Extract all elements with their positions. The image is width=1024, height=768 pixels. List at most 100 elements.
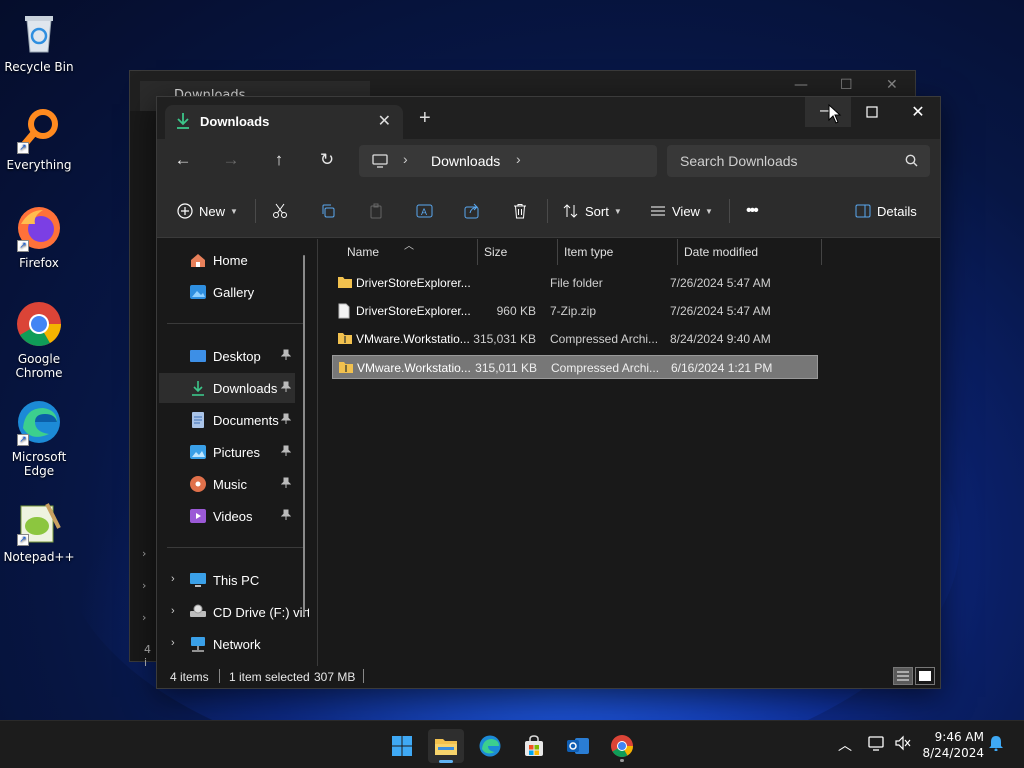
download-arrow-icon [175,112,191,135]
sidebar-item-this-pc[interactable]: › This PC [159,565,295,595]
speaker-muted-icon[interactable] [894,735,912,755]
file-row[interactable]: VMware.Workstatio... 315,031 KB Compress… [332,327,818,351]
file-row[interactable]: DriverStoreExplorer.... File folder 7/26… [332,271,818,295]
up-arrow-icon[interactable]: ↑ [268,150,290,170]
desktop-icon-everything[interactable]: ↗ Everything [0,106,78,172]
new-button[interactable]: New ▼ [177,200,238,222]
recycle-bin-icon [15,8,63,56]
tab-downloads[interactable]: Downloads ✕ [165,105,403,139]
column-divider[interactable] [677,239,678,265]
chevron-right-icon[interactable]: › [171,637,175,649]
sidebar-item-gallery[interactable]: Gallery [159,277,295,307]
column-header-name[interactable]: Name [347,245,379,259]
details-pane-button[interactable]: Details [855,200,917,222]
column-header-date-modified[interactable]: Date modified [684,245,758,259]
sidebar-scrollbar[interactable] [303,255,305,615]
sidebar-item-pictures[interactable]: Pictures [159,437,295,467]
taskbar-outlook[interactable] [560,729,596,763]
refresh-icon[interactable]: ↻ [316,150,338,170]
back-arrow-icon[interactable]: ← [172,150,194,170]
share-button[interactable] [464,200,480,222]
background-minimize-icon[interactable]: — [794,77,808,93]
taskbar-chrome[interactable] [604,729,640,763]
sidebar-item-desktop[interactable]: Desktop [159,341,295,371]
file-row[interactable]: DriverStoreExplorer.... 960 KB 7-Zip.zip… [332,299,818,323]
pin-icon[interactable] [280,381,292,396]
delete-button[interactable] [512,200,528,222]
notification-bell-icon[interactable] [988,735,1004,755]
column-divider[interactable] [477,239,478,265]
background-chevron-right-icon[interactable]: › [142,611,146,624]
chevron-right-icon[interactable]: › [516,151,521,167]
running-indicator [620,759,624,762]
column-header-size[interactable]: Size [484,245,507,259]
view-lines-icon [651,206,665,216]
close-icon: ✕ [911,104,925,121]
rename-button[interactable]: A [416,200,434,222]
sort-button[interactable]: Sort ▼ [563,200,622,222]
sidebar-item-cd-drive[interactable]: › CD Drive (F:) virt [159,597,309,627]
desktop-icon-firefox[interactable]: ↗ Firefox [0,204,78,270]
file-explorer-window[interactable]: Downloads ✕ + — ✕ ← → ↑ ↻ › Downloads › [156,96,941,689]
close-button[interactable]: ✕ [895,97,941,127]
column-header-item-type[interactable]: Item type [564,245,613,259]
system-clock[interactable]: 9:46 AM 8/24/2024 [922,729,984,761]
view-button[interactable]: View ▼ [650,200,713,222]
file-row-selected[interactable]: VMware.Workstatio... 315,011 KB Compress… [332,355,818,379]
maximize-button[interactable] [849,97,895,127]
taskbar-edge[interactable] [472,729,508,763]
background-chevron-right-icon[interactable]: › [142,579,146,592]
background-maximize-icon[interactable]: ☐ [840,77,853,93]
more-options-button[interactable]: ••• [746,200,759,222]
column-divider[interactable] [821,239,822,265]
desktop-icon-label: Firefox [19,256,59,270]
sidebar-item-documents[interactable]: Documents [159,405,295,435]
chevron-right-icon[interactable]: › [403,151,408,167]
document-icon [189,411,207,429]
pin-icon[interactable] [280,349,292,364]
background-chevron-right-icon[interactable]: › [142,547,146,560]
paste-button[interactable] [368,200,384,222]
sidebar-item-network[interactable]: › Network [159,629,295,659]
search-icon[interactable] [905,154,918,172]
taskbar-file-explorer[interactable] [428,729,464,763]
notepad-plus-plus-icon: ↗ [15,498,63,546]
sidebar-item-videos[interactable]: Videos [159,501,295,531]
desktop-icon-notepad-plus-plus[interactable]: ↗ Notepad++ [0,498,78,564]
start-button[interactable] [384,729,420,763]
new-tab-plus-icon[interactable]: + [419,107,431,130]
search-box[interactable] [667,145,930,177]
cut-button[interactable] [272,200,288,222]
copy-icon [322,204,335,218]
forward-arrow-icon[interactable]: → [220,150,242,170]
column-divider[interactable] [557,239,558,265]
desktop-icon-google-chrome[interactable]: Google Chrome [0,300,78,380]
navigation-pane: Home Gallery Desktop Downloads Documents… [157,239,315,666]
sidebar-item-home[interactable]: Home [159,245,295,275]
chevron-right-icon[interactable]: › [171,605,175,617]
chrome-icon [611,735,633,757]
breadcrumb-downloads[interactable]: Downloads [431,153,500,169]
download-arrow-icon [189,379,207,397]
file-icon [337,303,351,322]
network-monitor-icon[interactable] [868,735,886,755]
sidebar-item-music[interactable]: Music [159,469,295,499]
pin-icon[interactable] [280,413,292,428]
show-hidden-icons-chevron-up-icon[interactable]: ︿ [838,735,852,755]
desktop-icon-recycle-bin[interactable]: Recycle Bin [0,8,78,74]
pin-icon[interactable] [280,445,292,460]
details-view-button[interactable] [893,667,913,685]
sidebar-item-downloads[interactable]: Downloads [159,373,295,403]
tiles-view-button[interactable] [915,667,935,685]
desktop-icon-microsoft-edge[interactable]: ↗ Microsoft Edge [0,398,78,478]
address-bar[interactable]: › Downloads › [359,145,657,177]
background-close-icon[interactable]: ✕ [886,77,898,93]
tab-close-icon[interactable]: ✕ [378,111,391,131]
desktop-icon-label: Everything [6,158,72,172]
taskbar-microsoft-store[interactable] [516,729,552,763]
copy-button[interactable] [320,200,336,222]
search-input[interactable] [667,145,897,177]
pin-icon[interactable] [280,509,292,524]
chevron-right-icon[interactable]: › [171,573,175,585]
pin-icon[interactable] [280,477,292,492]
